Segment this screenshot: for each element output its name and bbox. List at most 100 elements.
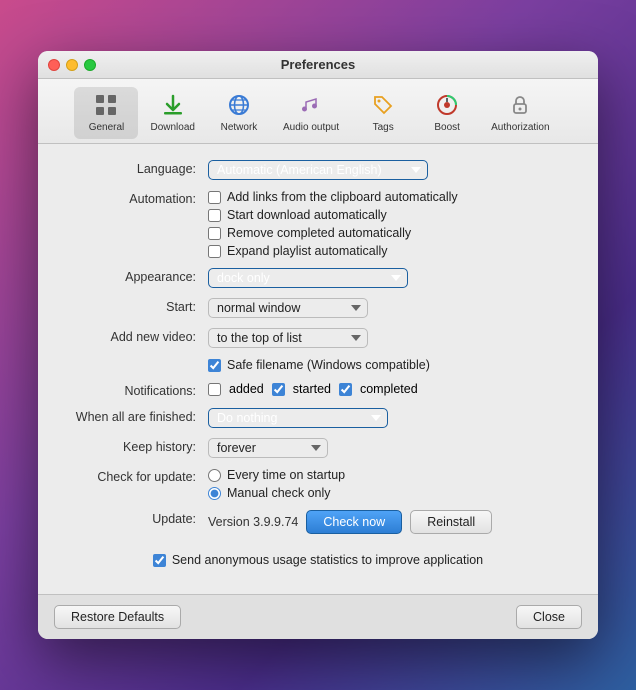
preferences-content: Language: Automatic (American English) A… <box>38 144 598 594</box>
automation-checkbox-0[interactable] <box>208 191 221 204</box>
reinstall-button[interactable]: Reinstall <box>410 510 492 534</box>
language-label: Language: <box>58 160 208 176</box>
keep-history-row: Keep history: forever <box>58 438 578 458</box>
language-row: Language: Automatic (American English) <box>58 160 578 180</box>
tab-audio[interactable]: Audio output <box>271 87 351 139</box>
network-icon <box>225 91 253 119</box>
automation-options: Add links from the clipboard automatical… <box>208 190 578 258</box>
keep-history-select[interactable]: forever <box>208 438 328 458</box>
add-new-video-select[interactable]: to the top of list <box>208 328 368 348</box>
check-now-button[interactable]: Check now <box>306 510 402 534</box>
anon-stats-checkbox[interactable] <box>153 554 166 567</box>
anon-stats-row: Send anonymous usage statistics to impro… <box>58 544 578 578</box>
check-update-item-1: Manual check only <box>208 486 578 500</box>
keep-history-label: Keep history: <box>58 438 208 454</box>
tab-boost-label: Boost <box>434 122 460 133</box>
when-finished-row: When all are finished: Do nothing <box>58 408 578 428</box>
update-row: Update: Version 3.9.9.74 Check now Reins… <box>58 510 578 534</box>
safe-filename-label: Safe filename (Windows compatible) <box>227 358 430 372</box>
notification-completed-text: completed <box>360 382 418 396</box>
add-new-video-control: to the top of list <box>208 328 578 348</box>
close-button[interactable] <box>48 59 60 71</box>
tab-tags-label: Tags <box>373 122 394 133</box>
notification-started-text: started <box>293 382 331 396</box>
start-select[interactable]: normal window <box>208 298 368 318</box>
tab-auth-label: Authorization <box>491 122 549 133</box>
tab-boost[interactable]: Boost <box>415 87 479 139</box>
appearance-control: dock only <box>208 268 578 288</box>
update-control: Version 3.9.9.74 Check now Reinstall <box>208 510 578 534</box>
tab-network[interactable]: Network <box>207 87 271 139</box>
anon-stats-label: Send anonymous usage statistics to impro… <box>172 552 483 570</box>
maximize-button[interactable] <box>84 59 96 71</box>
automation-label: Automation: <box>58 190 208 206</box>
automation-item-1: Start download automatically <box>208 208 578 222</box>
notifications-control: added started completed <box>208 382 578 396</box>
start-control: normal window <box>208 298 578 318</box>
download-icon <box>159 91 187 119</box>
when-finished-control: Do nothing <box>208 408 578 428</box>
automation-row: Automation: Add links from the clipboard… <box>58 190 578 258</box>
language-select[interactable]: Automatic (American English) <box>208 160 428 180</box>
automation-checkbox-3[interactable] <box>208 245 221 258</box>
start-row: Start: normal window <box>58 298 578 318</box>
close-button[interactable]: Close <box>516 605 582 629</box>
tab-tags[interactable]: Tags <box>351 87 415 139</box>
toolbar: General Download Network Audio output <box>38 79 598 144</box>
general-icon <box>92 91 120 119</box>
tab-network-label: Network <box>221 122 258 133</box>
check-update-text-1: Manual check only <box>227 486 331 500</box>
tags-icon <box>369 91 397 119</box>
automation-text-0: Add links from the clipboard automatical… <box>227 190 458 204</box>
preferences-window: Preferences General Download Network <box>38 51 598 639</box>
audio-icon <box>297 91 325 119</box>
check-update-row: Check for update: Every time on startup … <box>58 468 578 500</box>
automation-item-3: Expand playlist automatically <box>208 244 578 258</box>
auth-icon <box>506 91 534 119</box>
tab-auth[interactable]: Authorization <box>479 87 561 139</box>
tab-general-label: General <box>89 122 125 133</box>
appearance-row: Appearance: dock only <box>58 268 578 288</box>
minimize-button[interactable] <box>66 59 78 71</box>
language-control: Automatic (American English) <box>208 160 578 180</box>
notification-added-checkbox[interactable] <box>208 383 221 396</box>
when-finished-select[interactable]: Do nothing <box>208 408 388 428</box>
notification-added-text: added <box>229 382 264 396</box>
restore-defaults-button[interactable]: Restore Defaults <box>54 605 181 629</box>
when-finished-label: When all are finished: <box>58 408 208 424</box>
tab-download-label: Download <box>150 122 194 133</box>
check-update-control: Every time on startup Manual check only <box>208 468 578 500</box>
appearance-select[interactable]: dock only <box>208 268 408 288</box>
notifications-label: Notifications: <box>58 382 208 398</box>
version-text: Version 3.9.9.74 <box>208 515 298 529</box>
automation-checkbox-2[interactable] <box>208 227 221 240</box>
window-title: Preferences <box>281 57 355 72</box>
traffic-lights <box>48 59 96 71</box>
tab-general[interactable]: General <box>74 87 138 139</box>
notification-completed-checkbox[interactable] <box>339 383 352 396</box>
check-update-item-0: Every time on startup <box>208 468 578 482</box>
tab-audio-label: Audio output <box>283 122 339 133</box>
check-update-text-0: Every time on startup <box>227 468 345 482</box>
update-label: Update: <box>58 510 208 526</box>
check-update-label: Check for update: <box>58 468 208 484</box>
titlebar: Preferences <box>38 51 598 79</box>
automation-text-2: Remove completed automatically <box>227 226 411 240</box>
automation-item-0: Add links from the clipboard automatical… <box>208 190 578 204</box>
add-new-video-row: Add new video: to the top of list <box>58 328 578 348</box>
start-label: Start: <box>58 298 208 314</box>
automation-checkbox-1[interactable] <box>208 209 221 222</box>
notification-started-checkbox[interactable] <box>272 383 285 396</box>
add-new-video-label: Add new video: <box>58 328 208 344</box>
notifications-row: Notifications: added started completed <box>58 382 578 398</box>
tab-download[interactable]: Download <box>138 87 206 139</box>
automation-text-1: Start download automatically <box>227 208 387 222</box>
appearance-label: Appearance: <box>58 268 208 284</box>
check-update-radio-0[interactable] <box>208 469 221 482</box>
boost-icon <box>433 91 461 119</box>
automation-text-3: Expand playlist automatically <box>227 244 388 258</box>
safe-filename-row: Safe filename (Windows compatible) <box>58 358 578 372</box>
safe-filename-checkbox[interactable] <box>208 359 221 372</box>
footer: Restore Defaults Close <box>38 594 598 639</box>
check-update-radio-1[interactable] <box>208 487 221 500</box>
